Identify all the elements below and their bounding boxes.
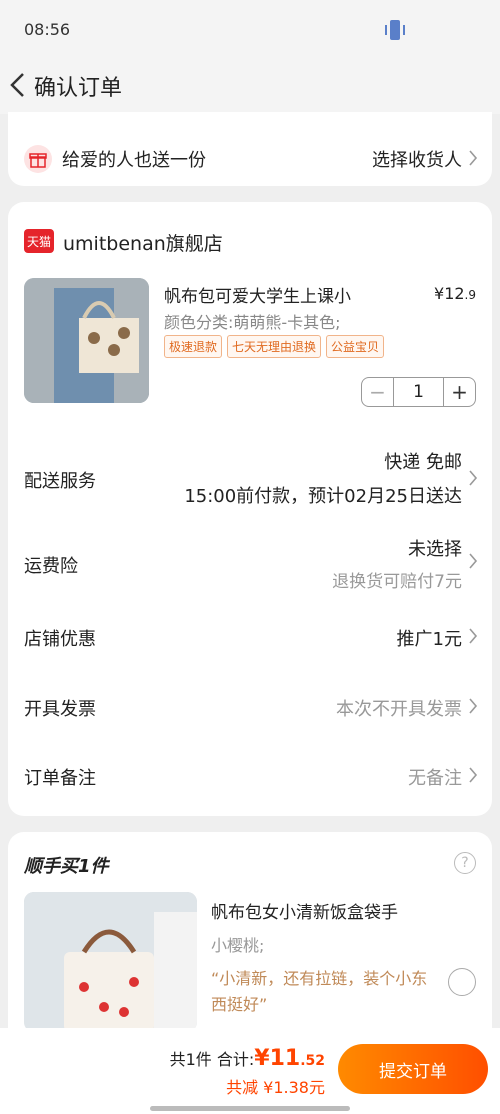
order-note-label: 订单备注 <box>24 768 96 789</box>
quantity-plus-button[interactable]: + <box>443 378 475 406</box>
tag-charity: 公益宝贝 <box>326 335 385 358</box>
gift-icon <box>24 145 52 173</box>
quantity-stepper: − 1 + <box>361 377 476 407</box>
addon-product-sku[interactable]: 小樱桃; <box>211 932 264 956</box>
submit-order-button[interactable]: 提交订单 <box>338 1044 488 1094</box>
chevron-right-icon <box>469 150 478 166</box>
addon-select-radio[interactable] <box>448 968 476 996</box>
delivery-value[interactable]: 快递 免邮 <box>384 448 462 474</box>
shop-name[interactable]: umitbenan旗舰店 <box>63 229 223 256</box>
gift-card[interactable]: 给爱的人也送一份 选择收货人 <box>8 112 492 186</box>
status-bar: 08:56 <box>0 0 500 58</box>
tag-fast-refund: 极速退款 <box>164 335 223 358</box>
total-amount: ¥11.52 <box>254 1046 325 1071</box>
addon-title: 顺手买1件 <box>24 856 109 877</box>
order-note-value[interactable]: 无备注 <box>408 764 462 790</box>
product-title[interactable]: 帆布包可爱大学生上课小 <box>164 282 351 307</box>
shop-discount-label: 店铺优惠 <box>24 629 96 650</box>
product-price: ¥12.9 <box>434 284 476 303</box>
delivery-eta[interactable]: 15:00前付款，预计02月25日送达 <box>184 482 462 508</box>
chevron-right-icon <box>469 767 478 783</box>
product-sku[interactable]: 颜色分类:萌萌熊-卡其色; <box>164 309 341 333</box>
chevron-right-icon <box>469 470 478 486</box>
invoice-value[interactable]: 本次不开具发票 <box>336 695 462 721</box>
shop-discount-value[interactable]: 推广1元 <box>397 625 462 651</box>
tmall-logo: 天猫 <box>24 229 54 253</box>
home-indicator[interactable] <box>150 1106 350 1111</box>
gift-label: 给爱的人也送一份 <box>62 150 206 171</box>
chevron-right-icon <box>469 698 478 714</box>
back-arrow-icon[interactable] <box>6 70 30 100</box>
checkout-footer: 共1件 合计:¥11.52 共减 ¥1.38元 提交订单 <box>0 1028 500 1114</box>
chevron-right-icon <box>469 553 478 569</box>
page-title: 确认订单 <box>34 76 123 101</box>
order-total: 共1件 合计:¥11.52 <box>170 1046 325 1071</box>
status-time: 08:56 <box>24 20 71 39</box>
choose-receiver-link[interactable]: 选择收货人 <box>372 146 462 172</box>
quantity-value[interactable]: 1 <box>394 378 443 406</box>
insurance-value[interactable]: 未选择 <box>408 535 462 561</box>
addon-product-name[interactable]: 帆布包女小清新饭盒袋手 <box>211 898 398 923</box>
delivery-label: 配送服务 <box>24 471 96 492</box>
insurance-label: 运费险 <box>24 556 78 577</box>
insurance-sub[interactable]: 退换货可赔付7元 <box>332 567 462 592</box>
order-card: 天猫 umitbenan旗舰店 帆布包可爱大学生上课小 ¥12.9 颜色分类:萌… <box>8 202 492 816</box>
service-tags: 极速退款 七天无理由退换 公益宝贝 <box>164 335 385 358</box>
total-discount: 共减 ¥1.38元 <box>226 1078 325 1097</box>
nav-bar: 确认订单 <box>0 58 500 114</box>
invoice-label: 开具发票 <box>24 699 96 720</box>
quantity-minus-button[interactable]: − <box>362 378 394 406</box>
help-icon[interactable]: ? <box>454 852 476 874</box>
vibrate-icon <box>385 20 405 40</box>
addon-review-quote: “小清新，还有拉链，装个小东西挺好” <box>211 969 428 1014</box>
chevron-right-icon <box>469 628 478 644</box>
total-label: 合计: <box>216 1050 255 1069</box>
item-count: 共1件 <box>169 1050 212 1069</box>
addon-product-image[interactable] <box>24 892 197 1032</box>
product-image[interactable] <box>24 278 149 403</box>
tag-seven-day-return: 七天无理由退换 <box>227 335 322 358</box>
